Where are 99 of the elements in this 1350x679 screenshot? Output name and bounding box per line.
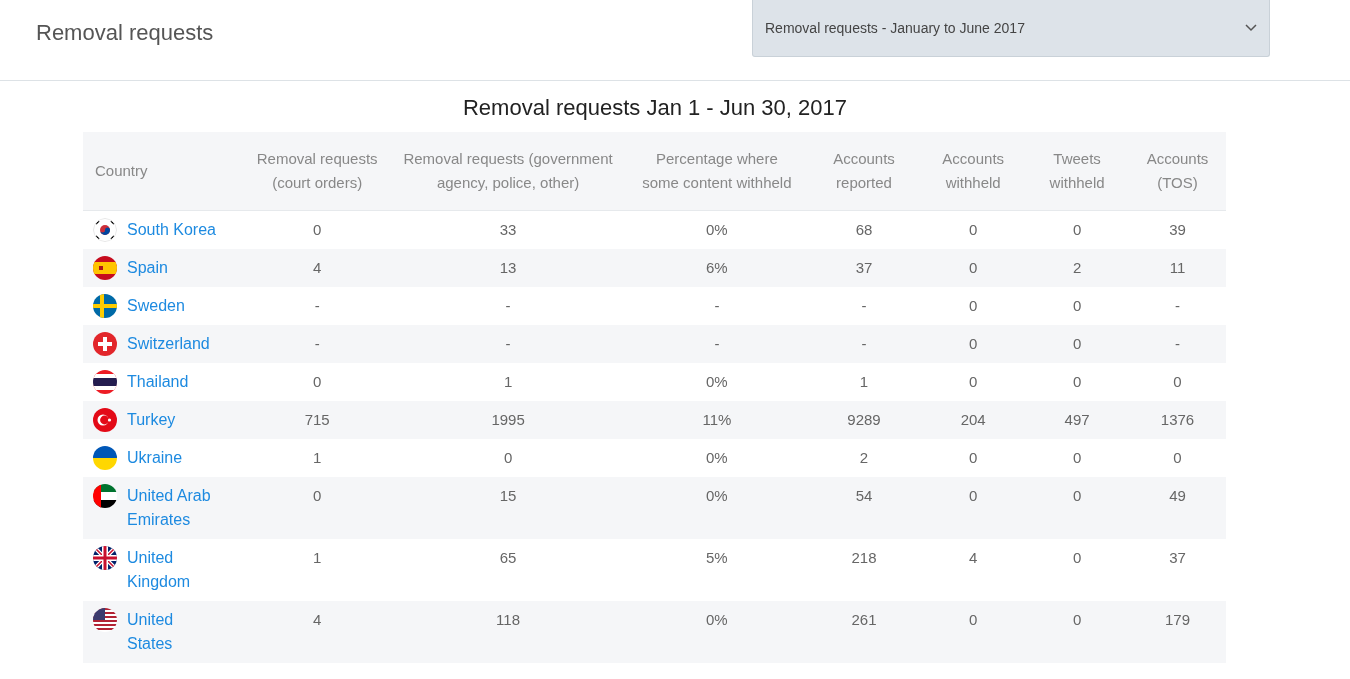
flag-icon [93, 546, 117, 570]
table-cell: 1995 [389, 401, 627, 439]
country-link[interactable]: Ukraine [127, 446, 183, 470]
table-cell: 0 [389, 439, 627, 477]
column-header: Accounts reported [806, 132, 922, 211]
table-cell: 0 [245, 210, 390, 249]
table-cell: 15 [389, 477, 627, 539]
table-cell: 4 [921, 539, 1026, 601]
table-cell: 13 [389, 249, 627, 287]
table-cell: 5% [626, 539, 807, 601]
table-cell: 0 [245, 477, 390, 539]
country-link[interactable]: United Kingdom [127, 546, 219, 594]
table-cell: 0 [245, 363, 390, 401]
country-link[interactable]: Turkey [127, 408, 176, 432]
table-cell: 0 [1025, 439, 1129, 477]
table-cell: 2 [1025, 249, 1129, 287]
table-cell: 204 [921, 401, 1026, 439]
table-cell: 4 [245, 601, 390, 663]
table-cell: 1 [806, 363, 922, 401]
table-cell: 0% [626, 439, 807, 477]
table-cell: 179 [1128, 601, 1226, 663]
column-header: Removal requests (government agency, police, other) [389, 132, 627, 211]
table-cell: 0 [1128, 363, 1226, 401]
table-cell: - [1128, 325, 1226, 363]
table-title: Removal requests Jan 1 - Jun 30, 2017 [462, 95, 848, 121]
table-cell: 0 [921, 363, 1026, 401]
table-cell: 1 [389, 363, 627, 401]
table-cell: 9289 [806, 401, 922, 439]
table-cell: 0 [921, 601, 1026, 663]
table-cell: 0 [1025, 287, 1129, 325]
flag-icon [93, 294, 117, 318]
table-cell: 39 [1128, 210, 1226, 249]
table-cell: 0 [1025, 325, 1129, 363]
table-cell: 1376 [1128, 401, 1226, 439]
table-cell: 0 [921, 325, 1026, 363]
table-cell: 0 [921, 477, 1026, 539]
flag-icon [93, 332, 117, 356]
table-cell: - [806, 287, 922, 325]
column-header: Tweets withheld [1025, 132, 1129, 211]
table-cell: 0 [1025, 477, 1129, 539]
table-cell: 0 [921, 439, 1026, 477]
table-cell: 11% [626, 401, 807, 439]
table-cell: - [1128, 287, 1226, 325]
table-cell: 1 [245, 539, 390, 601]
table-cell: 261 [806, 601, 922, 663]
table-cell: - [245, 287, 390, 325]
table-cell: 65 [389, 539, 627, 601]
column-header: Country [83, 132, 245, 211]
table-cell: - [389, 287, 627, 325]
table-cell: 0% [626, 363, 807, 401]
period-select[interactable]: Removal requests - January to June 2017 [752, 0, 1270, 57]
table-cell: 0% [626, 210, 807, 249]
table-cell: 68 [806, 210, 922, 249]
table-cell: 118 [389, 601, 627, 663]
flag-icon [93, 256, 117, 280]
table-cell: 0% [626, 477, 807, 539]
table-cell: 2 [806, 439, 922, 477]
table-cell: 497 [1025, 401, 1129, 439]
flag-icon [93, 446, 117, 470]
table-cell: - [389, 325, 627, 363]
flag-icon [93, 484, 117, 508]
table-cell: 11 [1128, 249, 1226, 287]
caret-icon [1245, 24, 1257, 32]
table-cell: 0% [626, 601, 807, 663]
table-cell: - [806, 325, 922, 363]
table-cell: - [626, 287, 807, 325]
country-link[interactable]: South Korea [127, 218, 216, 242]
flag-icon [93, 370, 117, 394]
table-cell: - [626, 325, 807, 363]
table-cell: 218 [806, 539, 922, 601]
country-link[interactable]: Thailand [127, 370, 189, 394]
table-cell: 4 [245, 249, 390, 287]
page-title: Removal requests [36, 20, 214, 46]
flag-icon [93, 408, 117, 432]
column-header: Accounts (TOS) [1128, 132, 1226, 211]
table-cell: 0 [921, 287, 1026, 325]
table-cell: 0 [1128, 439, 1226, 477]
table-cell: 49 [1128, 477, 1226, 539]
table-cell: 6% [626, 249, 807, 287]
country-link[interactable]: Sweden [127, 294, 185, 318]
column-header: Accounts withheld [921, 132, 1026, 211]
table-cell: 715 [245, 401, 390, 439]
flag-icon [93, 608, 117, 632]
flag-icon [93, 218, 117, 242]
table-cell: 0 [1025, 601, 1129, 663]
table-cell: 0 [1025, 210, 1129, 249]
column-header: Removal requests (court orders) [245, 132, 390, 211]
table-cell: 1 [245, 439, 390, 477]
column-header: Percentage where some content withheld [626, 132, 807, 211]
table-cell: 0 [921, 249, 1026, 287]
table-cell: 54 [806, 477, 922, 539]
table-cell: 0 [921, 210, 1026, 249]
country-link[interactable]: Spain [127, 256, 168, 280]
table-cell: - [245, 325, 390, 363]
table-cell: 37 [1128, 539, 1226, 601]
table-cell: 37 [806, 249, 922, 287]
table-cell: 0 [1025, 363, 1129, 401]
table-cell: 0 [1025, 539, 1129, 601]
table-cell: 33 [389, 210, 627, 249]
